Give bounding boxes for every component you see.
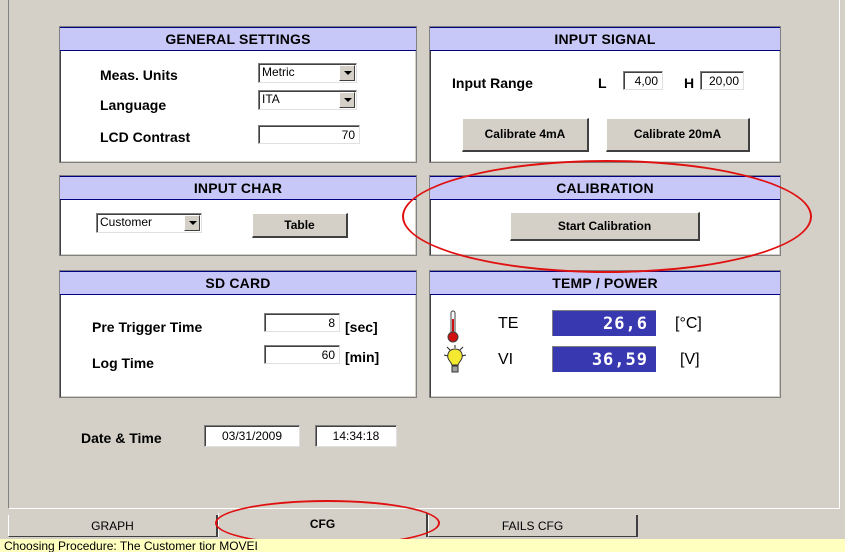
vi-label: VI [498,351,514,368]
pre-trigger-field[interactable]: 8 [264,313,340,332]
meas-units-label: Meas. Units [100,67,178,83]
start-calibration-button[interactable]: Start Calibration [510,212,700,241]
meas-units-select[interactable]: Metric [258,63,357,83]
meas-units-value: Metric [262,65,295,79]
input-range-high-label: H [684,75,695,91]
chevron-down-icon[interactable] [184,215,200,231]
lightbulb-icon [442,345,468,375]
calibration-title: CALIBRATION [430,176,780,200]
te-unit: [°C] [675,315,702,332]
date-field[interactable]: 03/31/2009 [204,425,300,447]
input-range-high-field[interactable]: 20,00 [700,71,744,90]
temp-power-panel: TEMP / POWER TE 26,6 [°C] VI 36,59 [V] [429,270,781,398]
general-settings-title: GENERAL SETTINGS [60,27,416,51]
calibrate-20ma-button[interactable]: Calibrate 20mA [606,118,750,152]
tab-cfg[interactable]: CFG [218,513,428,537]
te-label: TE [498,315,519,332]
general-settings-panel: GENERAL SETTINGS Meas. Units Metric Lang… [59,26,417,163]
log-time-label: Log Time [92,355,154,371]
input-range-low-label: L [598,75,607,91]
input-signal-title: INPUT SIGNAL [430,27,780,51]
language-select[interactable]: ITA [258,90,357,110]
thermometer-icon [446,309,460,343]
input-char-select[interactable]: Customer [96,213,202,233]
language-value: ITA [262,92,280,106]
calibrate-4ma-button[interactable]: Calibrate 4mA [462,118,589,152]
input-range-label: Input Range [452,75,533,91]
vi-unit: [V] [680,351,700,368]
tab-bar: GRAPH CFG FAILS CFG [8,513,838,537]
time-field[interactable]: 14:34:18 [315,425,397,447]
temp-power-title: TEMP / POWER [430,271,780,295]
sd-card-title: SD CARD [60,271,416,295]
vi-display: 36,59 [552,346,656,372]
calibration-panel: CALIBRATION Start Calibration [429,175,781,256]
pre-trigger-label: Pre Trigger Time [92,319,203,335]
status-bar: Choosing Procedure: The Customer tior MO… [0,539,845,552]
log-time-field[interactable]: 60 [264,345,340,364]
input-char-panel: INPUT CHAR Customer Table [59,175,417,256]
tab-fails-cfg[interactable]: FAILS CFG [428,515,638,537]
input-char-title: INPUT CHAR [60,176,416,200]
input-signal-panel: INPUT SIGNAL Input Range L 4,00 H 20,00 … [429,26,781,163]
config-window: GENERAL SETTINGS Meas. Units Metric Lang… [0,0,845,517]
chevron-down-icon[interactable] [339,92,355,108]
pre-trigger-unit: [sec] [345,319,378,335]
te-display: 26,6 [552,310,656,336]
language-label: Language [100,97,167,113]
lcd-contrast-field[interactable]: 70 [258,125,360,144]
config-canvas: GENERAL SETTINGS Meas. Units Metric Lang… [8,0,840,509]
log-time-unit: [min] [345,349,380,365]
date-time-label: Date & Time [81,430,162,446]
tab-graph[interactable]: GRAPH [8,515,218,537]
input-char-value: Customer [100,215,153,229]
input-range-low-field[interactable]: 4,00 [623,71,663,90]
sd-card-panel: SD CARD Pre Trigger Time 8 [sec] Log Tim… [59,270,417,398]
lcd-contrast-label: LCD Contrast [100,129,191,145]
table-button[interactable]: Table [252,213,348,238]
chevron-down-icon[interactable] [339,65,355,81]
